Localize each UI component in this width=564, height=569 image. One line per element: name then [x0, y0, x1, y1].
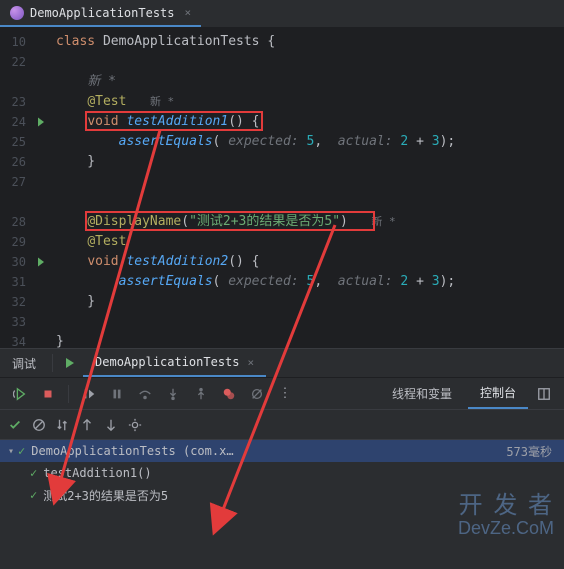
line-number: 32 [0, 292, 30, 312]
resume-button[interactable] [77, 382, 101, 406]
mute-breakpoints-button[interactable] [245, 382, 269, 406]
run-gutter-line [30, 232, 52, 252]
code-line[interactable] [52, 172, 564, 192]
run-gutter-line [30, 52, 52, 72]
code-line[interactable] [52, 312, 564, 332]
line-number: 30 [0, 252, 30, 272]
pause-button[interactable] [105, 382, 129, 406]
view-breakpoints-button[interactable] [217, 382, 241, 406]
close-icon[interactable]: × [185, 6, 192, 19]
expand-icon[interactable] [80, 418, 94, 432]
separator [52, 354, 53, 372]
run-gutter-line[interactable] [30, 112, 52, 132]
show-ignored-icon[interactable] [32, 418, 46, 432]
code-line[interactable] [52, 192, 564, 212]
code-line[interactable]: @Test [52, 232, 564, 252]
close-icon[interactable]: × [248, 356, 255, 369]
line-number: 33 [0, 312, 30, 332]
code-line[interactable]: void testAddition2() { [52, 252, 564, 272]
line-number [0, 192, 30, 212]
run-gutter-line[interactable] [30, 252, 52, 272]
run-play-icon [63, 356, 77, 370]
line-number: 10 [0, 32, 30, 52]
line-number [0, 72, 30, 92]
line-number: 31 [0, 272, 30, 292]
panel-tabs: 调试 DemoApplicationTests × [0, 348, 564, 378]
run-gutter-line [30, 92, 52, 112]
show-passed-icon[interactable] [8, 418, 22, 432]
run-play-icon[interactable] [35, 256, 47, 268]
code-line[interactable]: void testAddition1() { [52, 112, 564, 132]
editor-tabs: DemoApplicationTests × [0, 0, 564, 28]
step-into-button[interactable] [161, 382, 185, 406]
code-line[interactable]: @Test 新 * [52, 92, 564, 112]
run-gutter-line [30, 212, 52, 232]
line-number: 29 [0, 232, 30, 252]
run-gutter [30, 28, 52, 348]
separator [68, 385, 69, 403]
line-number: 26 [0, 152, 30, 172]
debug-toolbar: ⋮ 线程和变量 控制台 [0, 378, 564, 410]
line-number: 27 [0, 172, 30, 192]
more-button[interactable]: ⋮ [273, 382, 297, 406]
check-icon: ✓ [30, 488, 37, 502]
editor-tab-file[interactable]: DemoApplicationTests × [0, 0, 201, 27]
code-line[interactable]: assertEquals( expected: 5, actual: 2 + 3… [52, 272, 564, 292]
line-number: 28 [0, 212, 30, 232]
code-line[interactable]: } [52, 152, 564, 172]
code-line[interactable]: 新 * [52, 72, 564, 92]
tab-debug[interactable]: 调试 [0, 349, 48, 377]
test-result-row[interactable]: ✓ testAddition1() [0, 462, 564, 484]
line-number: 23 [0, 92, 30, 112]
tab-run-config[interactable]: DemoApplicationTests × [83, 349, 266, 377]
tab-console[interactable]: 控制台 [468, 378, 528, 409]
tab-title: DemoApplicationTests [30, 6, 175, 20]
line-gutter: 1022232425262728293031323334 [0, 28, 30, 348]
check-icon: ✓ [30, 466, 37, 480]
test-root-name: DemoApplicationTests (com.x… [31, 444, 233, 458]
line-number: 22 [0, 52, 30, 72]
run-play-icon[interactable] [35, 116, 47, 128]
code-line[interactable]: class DemoApplicationTests { [52, 32, 564, 52]
step-out-button[interactable] [189, 382, 213, 406]
code-line[interactable]: } [52, 292, 564, 312]
line-number: 25 [0, 132, 30, 152]
tab-threads[interactable]: 线程和变量 [380, 385, 464, 402]
line-number: 24 [0, 112, 30, 132]
run-gutter-line [30, 152, 52, 172]
test-toolbar [0, 410, 564, 440]
line-number: 34 [0, 332, 30, 352]
rerun-button[interactable] [8, 382, 32, 406]
code-line[interactable]: @DisplayName("测试2+3的结果是否为5") 新 * [52, 212, 564, 232]
run-gutter-line [30, 72, 52, 92]
code-line[interactable] [52, 52, 564, 72]
run-gutter-line [30, 192, 52, 212]
sort-icon[interactable] [56, 418, 70, 432]
check-icon: ✓ [18, 444, 25, 458]
run-gutter-line [30, 32, 52, 52]
code-line[interactable]: assertEquals( expected: 5, actual: 2 + 3… [52, 132, 564, 152]
code-content[interactable]: class DemoApplicationTests { 新 * @Test 新… [52, 28, 564, 348]
chevron-down-icon[interactable]: ▾ [8, 446, 14, 457]
test-results: ▾ ✓ DemoApplicationTests (com.x… 573毫秒 ✓… [0, 440, 564, 506]
collapse-icon[interactable] [104, 418, 118, 432]
run-gutter-line [30, 272, 52, 292]
test-result-name: testAddition1() [43, 466, 151, 480]
test-result-name: 测试2+3的结果是否为5 [43, 487, 168, 504]
run-gutter-line [30, 292, 52, 312]
run-gutter-line [30, 132, 52, 152]
run-gutter-line [30, 312, 52, 332]
test-root-row[interactable]: ▾ ✓ DemoApplicationTests (com.x… 573毫秒 [0, 440, 564, 462]
code-line[interactable]: } [52, 332, 564, 352]
settings-icon[interactable] [128, 418, 142, 432]
test-root-time: 573毫秒 [506, 443, 552, 460]
stop-button[interactable] [36, 382, 60, 406]
step-over-button[interactable] [133, 382, 157, 406]
layout-button[interactable] [532, 382, 556, 406]
code-editor[interactable]: 1022232425262728293031323334 class DemoA… [0, 28, 564, 348]
run-gutter-line [30, 332, 52, 352]
file-icon [10, 6, 24, 20]
test-result-row[interactable]: ✓ 测试2+3的结果是否为5 [0, 484, 564, 506]
run-gutter-line [30, 172, 52, 192]
